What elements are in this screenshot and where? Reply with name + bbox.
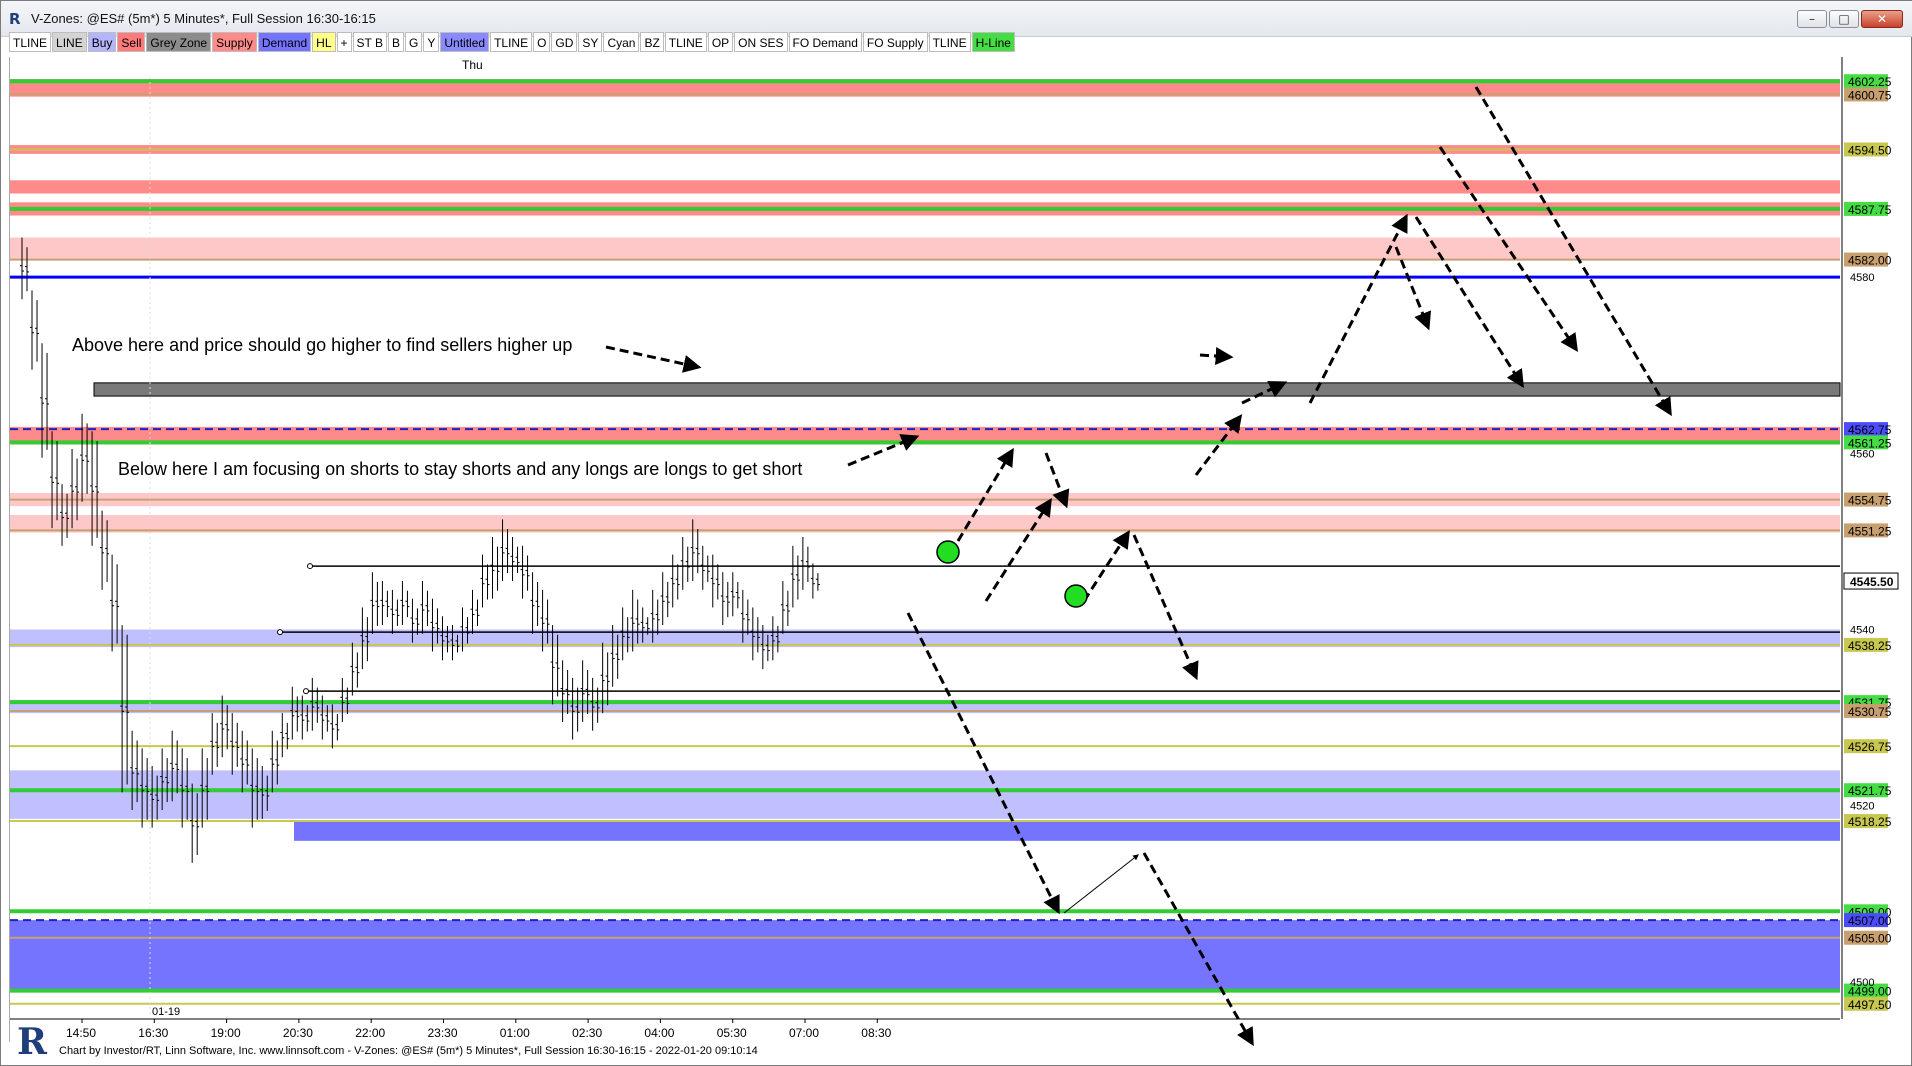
toolbar-button-7[interactable]: HL bbox=[312, 32, 336, 52]
zone-demand bbox=[10, 920, 1840, 991]
toolbar-button-23[interactable]: FO Demand bbox=[788, 32, 862, 52]
toolbar-button-1[interactable]: LINE bbox=[52, 32, 87, 52]
drawing-toolbar: TLINE LINE Buy Sell Grey Zone Supply Demand HL +… bbox=[9, 32, 1015, 52]
date-label: 01-19 bbox=[152, 1006, 180, 1018]
zone-demand-light bbox=[10, 770, 1840, 819]
level-label: 4526.75 bbox=[1848, 740, 1892, 754]
zone-grey bbox=[93, 382, 1841, 397]
level-label: 4507.00 bbox=[1848, 914, 1892, 928]
toolbar-button-9[interactable]: ST B bbox=[352, 32, 387, 52]
toolbar-button-16[interactable]: GD bbox=[551, 32, 578, 52]
time-tick-label: 16:30 bbox=[138, 1026, 168, 1040]
toolbar-button-3[interactable]: Sell bbox=[117, 32, 146, 52]
time-tick-label: 23:30 bbox=[428, 1026, 458, 1040]
level-label: 4551.25 bbox=[1848, 524, 1892, 538]
level-label: 4497.50 bbox=[1848, 998, 1892, 1012]
toolbar-button-5[interactable]: Supply bbox=[212, 32, 257, 52]
time-tick-label: 08:30 bbox=[861, 1026, 891, 1040]
level-label: 4521.75 bbox=[1848, 784, 1892, 798]
toolbar-button-15[interactable]: O bbox=[533, 32, 551, 52]
toolbar-button-22[interactable]: ON SES bbox=[734, 32, 788, 52]
toolbar-button-24[interactable]: FO Supply bbox=[862, 32, 928, 52]
level-label: 4602.25 bbox=[1848, 75, 1892, 89]
toolbar-button-0[interactable]: TLINE bbox=[9, 32, 52, 52]
price-tick-label: 4540 bbox=[1850, 624, 1874, 636]
toolbar-button-18[interactable]: Cyan bbox=[603, 32, 640, 52]
zone-supply bbox=[10, 180, 1840, 194]
time-tick-label: 20:30 bbox=[283, 1026, 313, 1040]
window-title: V-Zones: @ES# (5m*) 5 Minutes*, Full Ses… bbox=[31, 11, 376, 26]
level-label: 4582.00 bbox=[1848, 254, 1892, 268]
time-tick-label: 02:30 bbox=[572, 1026, 602, 1040]
dashed-arrow bbox=[906, 612, 1060, 915]
toolbar-button-20[interactable]: TLINE bbox=[664, 32, 707, 52]
restore-icon[interactable]: □ bbox=[1829, 10, 1859, 28]
dashed-arrow bbox=[1132, 534, 1199, 681]
toolbar-button-6[interactable]: Demand bbox=[257, 32, 312, 52]
level-label: 4530.75 bbox=[1848, 705, 1892, 719]
dashed-arrow bbox=[1082, 529, 1130, 602]
day-label: Thu bbox=[462, 58, 483, 72]
toolbar-button-21[interactable]: OP bbox=[707, 32, 734, 52]
toolbar-button-25[interactable]: TLINE bbox=[928, 32, 971, 52]
toolbar-button-8[interactable]: + bbox=[336, 32, 352, 52]
level-label: 4594.50 bbox=[1848, 143, 1892, 157]
price-tick-label: 4560 bbox=[1850, 448, 1874, 460]
app-window: R V-Zones: @ES# (5m*) 5 Minutes*, Full S… bbox=[0, 0, 1912, 1066]
time-tick-label: 22:00 bbox=[355, 1026, 385, 1040]
toolbar-button-14[interactable]: TLINE bbox=[490, 32, 533, 52]
toolbar-button-17[interactable]: SY bbox=[578, 32, 603, 52]
close-icon[interactable]: ✕ bbox=[1861, 10, 1903, 28]
ray-anchor-dot bbox=[307, 563, 313, 570]
price-chart[interactable]: 4602.25 4600.75 4594.50 4587.75 4582.00 4562.… bbox=[9, 57, 1899, 1047]
level-label: 4562.75 bbox=[1848, 423, 1892, 437]
dashed-arrow bbox=[1199, 347, 1234, 366]
time-tick-label: 19:00 bbox=[211, 1026, 241, 1040]
entry-marker bbox=[1064, 584, 1088, 608]
toolbar-button-4[interactable]: Grey Zone bbox=[146, 32, 212, 52]
level-label: 4587.75 bbox=[1848, 203, 1892, 217]
annotation-below: Below here I am focusing on shorts to st… bbox=[118, 459, 803, 479]
minimize-icon[interactable]: – bbox=[1797, 10, 1827, 28]
time-tick-label: 07:00 bbox=[789, 1026, 819, 1040]
last-price-label: 4545.50 bbox=[1850, 575, 1894, 589]
dashed-arrow bbox=[605, 345, 702, 373]
entry-marker bbox=[936, 540, 960, 564]
level-label: 4538.25 bbox=[1848, 639, 1892, 653]
time-tick-label: 01:00 bbox=[500, 1026, 530, 1040]
time-tick-label: 14:50 bbox=[66, 1026, 96, 1040]
toolbar-button-10[interactable]: B bbox=[388, 32, 405, 52]
price-tick-label: 4520 bbox=[1850, 801, 1874, 813]
investor-rt-icon: R bbox=[9, 10, 21, 28]
chart-canvas[interactable]: 4602.254600.75 4594.50 4587.75 4582.00 4562.… bbox=[10, 57, 1910, 1047]
annotation-above: Above here and price should go higher to… bbox=[72, 335, 573, 355]
zone-supply-light bbox=[10, 237, 1840, 260]
toolbar-button-2[interactable]: Buy bbox=[87, 32, 117, 52]
linnsoft-logo: R bbox=[17, 1021, 47, 1063]
dashed-arrow bbox=[1194, 414, 1243, 476]
price-tick-label: 4500 bbox=[1850, 977, 1874, 989]
toolbar-button-26[interactable]: H-Line bbox=[971, 32, 1015, 52]
zone-demand bbox=[294, 821, 1840, 841]
level-label: 4554.75 bbox=[1848, 494, 1892, 508]
level-label: 4505.00 bbox=[1848, 932, 1892, 946]
toolbar-button-13[interactable]: Untitled bbox=[440, 32, 490, 52]
status-bar: Chart by Investor/RT, Linn Software, Inc… bbox=[59, 1045, 758, 1057]
ray-anchor-dot bbox=[277, 629, 283, 636]
time-tick-label: 04:00 bbox=[644, 1026, 674, 1040]
ray-anchor-dot bbox=[303, 688, 309, 695]
toolbar-button-12[interactable]: Y bbox=[423, 32, 440, 52]
toolbar-button-19[interactable]: BZ bbox=[640, 32, 664, 52]
toolbar-button-11[interactable]: G bbox=[405, 32, 423, 52]
level-label: 4518.25 bbox=[1848, 815, 1892, 829]
price-tick-label: 4580 bbox=[1850, 272, 1874, 284]
level-label: 4600.75 bbox=[1848, 88, 1892, 102]
thin-arrow bbox=[1063, 854, 1139, 914]
time-tick-label: 05:30 bbox=[717, 1026, 747, 1040]
